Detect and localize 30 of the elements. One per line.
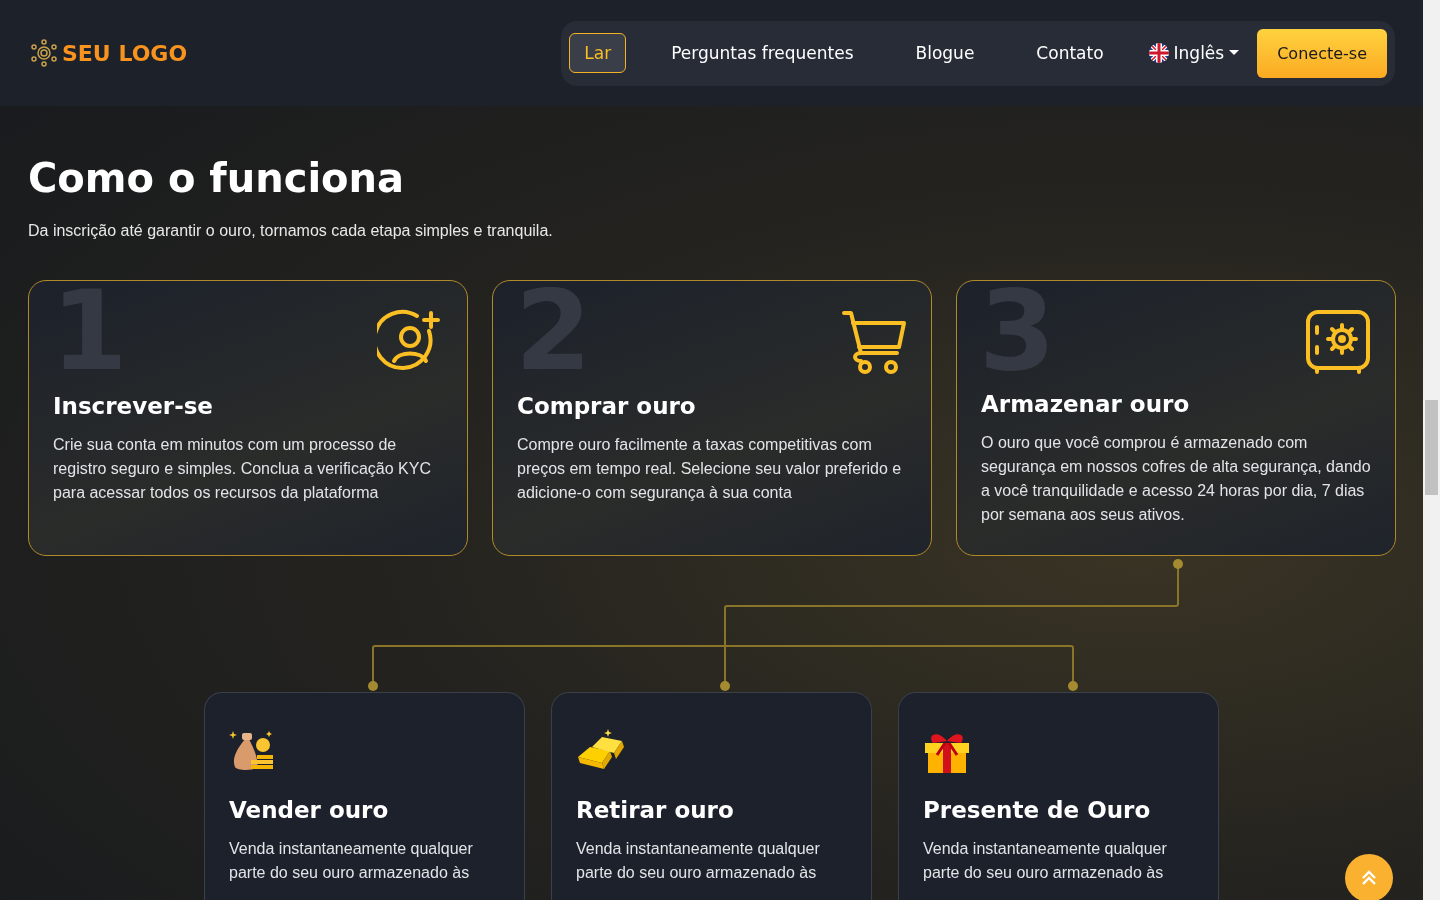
feature-title: Vender ouro	[229, 797, 390, 823]
nav-link[interactable]: Blogue	[886, 33, 1004, 73]
step-title: Inscrever-se	[53, 393, 214, 419]
step-text: Crie sua conta em minutos com um processo de registro seguro e simples. Conclua a verificação KYC para acessar todos os recursos da plataforma	[53, 435, 432, 503]
safe-icon	[1305, 309, 1371, 375]
nav-link[interactable]: Lar	[569, 33, 627, 73]
nav-link[interactable]: Contato	[1007, 33, 1133, 73]
caret-icon	[1229, 50, 1240, 56]
feature-title: Retirar ouro	[576, 797, 735, 823]
feature-title: Presente de Ouro	[923, 797, 1152, 823]
step-text: Compre ouro facilmente a taxas competitivas com preços em tempo real. Selecione seu valor preferido e adicione-o com segurança à sua conta	[517, 435, 903, 503]
language-dropdown[interactable]: Inglês	[1136, 43, 1254, 63]
step-title: Comprar ouro	[517, 393, 697, 419]
nav-link[interactable]: Perguntas frequentes	[642, 33, 883, 73]
flag-icon	[1148, 43, 1169, 63]
step-title: Armazenar ouro	[981, 391, 1191, 417]
logo-icon	[30, 39, 58, 67]
scrollbar-thumb[interactable]	[1425, 400, 1438, 495]
feature-text: Venda instantaneamente qualquer parte do seu ouro armazenado às	[923, 839, 1168, 883]
scrollbar[interactable]	[1423, 0, 1440, 900]
cart-icon	[841, 309, 907, 375]
logo-text: SEU LOGO	[62, 40, 188, 66]
scroll-top-button[interactable]	[1345, 854, 1393, 900]
connect-button[interactable]: Conecte-se	[1257, 28, 1387, 78]
feature-text: Venda instantaneamente qualquer parte do seu ouro armazenado às	[229, 839, 474, 883]
step-text: O ouro que você comprou é armazenado com segurança em nossos cofres de alta segurança, dando a você tranquilidade e acesso 24 horas por dia, 7 dias por semana aos seus ativos.	[981, 433, 1371, 525]
feature-text: Venda instantaneamente qualquer parte do seu ouro armazenado às	[576, 839, 821, 883]
section-subtitle: Da inscrição até garantir o ouro, tornamos cada etapa simples e tranquila.	[28, 222, 554, 240]
section-title: Como o funciona	[28, 154, 406, 202]
double-chevron-up-icon	[1360, 869, 1378, 887]
